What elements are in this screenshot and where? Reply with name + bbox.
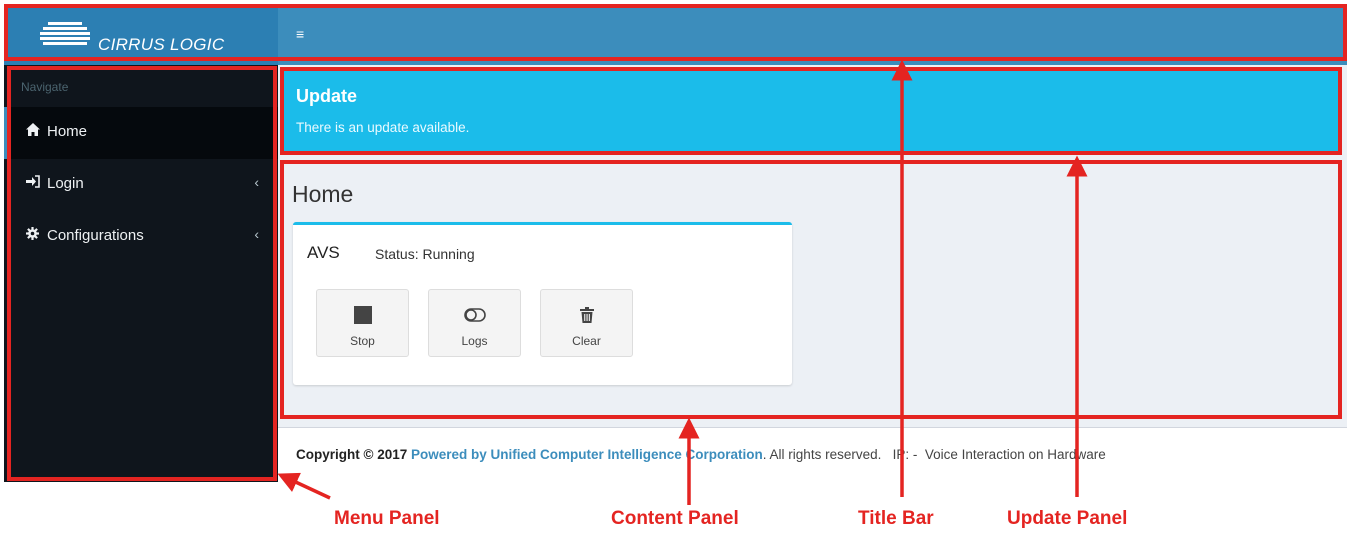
title-bar-highlight xyxy=(4,4,1347,61)
ip-text: IP: - xyxy=(892,447,918,462)
copyright-text: Copyright © 2017 xyxy=(296,447,408,462)
tagline-text: Voice Interaction on Hardware xyxy=(924,447,1106,462)
company-link[interactable]: Powered by Unified Computer Intelligence… xyxy=(411,447,763,462)
footer-line: Copyright © 2017 Powered by Unified Comp… xyxy=(296,447,1106,462)
menu-panel-label: Menu Panel xyxy=(334,508,440,529)
menu-panel-highlight xyxy=(7,66,277,481)
content-panel-label: Content Panel xyxy=(611,508,739,529)
title-bar-label: Title Bar xyxy=(858,508,934,529)
content-panel-highlight xyxy=(280,160,1342,419)
rights-text: . All rights reserved. xyxy=(762,447,882,462)
update-panel-highlight xyxy=(280,67,1342,155)
update-panel-label: Update Panel xyxy=(1007,508,1128,529)
footer: Copyright © 2017 Powered by Unified Comp… xyxy=(278,427,1347,483)
